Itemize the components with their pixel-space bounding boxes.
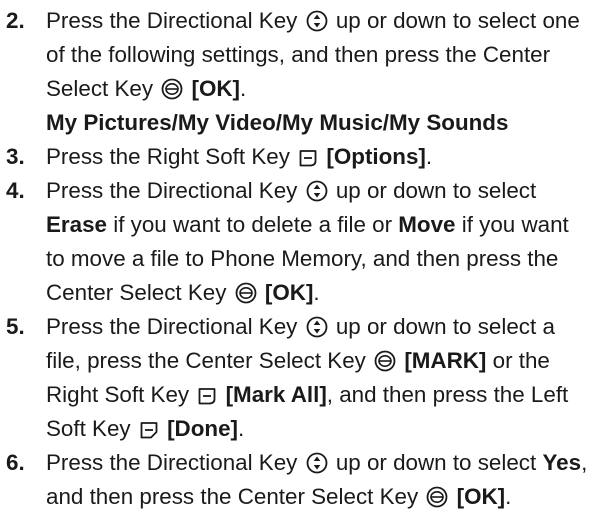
center-select-key-icon bbox=[426, 486, 448, 508]
bold-term: [Mark All] bbox=[225, 382, 327, 407]
step-item: 4. Press the Directional Key up or down t… bbox=[6, 174, 590, 310]
step-text-run: Press the Directional Key bbox=[46, 178, 304, 203]
bold-term: [OK] bbox=[264, 280, 314, 305]
step-text: Press the Directional Key up or down to … bbox=[46, 310, 590, 446]
instruction-page: 2. Press the Directional Key up or down t… bbox=[0, 0, 590, 514]
center-select-key-icon bbox=[374, 350, 396, 372]
directional-key-icon bbox=[306, 180, 328, 202]
step-item: 5. Press the Directional Key up or down t… bbox=[6, 310, 590, 446]
step-number: 2. bbox=[6, 8, 25, 33]
step-text-run: . bbox=[313, 280, 320, 305]
directional-key-icon bbox=[306, 316, 328, 338]
left-soft-key-icon bbox=[139, 420, 159, 440]
step-text-run: Press the Directional Key bbox=[46, 450, 304, 475]
bold-term: [MARK] bbox=[404, 348, 487, 373]
step-text-run: . bbox=[240, 76, 247, 101]
step-text: Press the Directional Key up or down to … bbox=[46, 174, 590, 310]
step-text: Press the Right Soft Key [Options]. bbox=[46, 140, 590, 174]
step-text-run: . bbox=[505, 484, 512, 509]
step-item: 2. Press the Directional Key up or down t… bbox=[6, 4, 590, 106]
step-number: 4. bbox=[6, 178, 25, 203]
bold-term: Move bbox=[398, 212, 456, 237]
directional-key-icon bbox=[306, 10, 328, 32]
step-text-run: if you want to delete a file or bbox=[107, 212, 399, 237]
right-soft-key-icon bbox=[298, 148, 318, 168]
bold-term: Yes bbox=[542, 450, 582, 475]
step-text-run: . bbox=[425, 144, 433, 169]
step-number: 3. bbox=[6, 144, 25, 169]
instruction-steps: 2. Press the Directional Key up or down t… bbox=[6, 4, 590, 514]
step-text-run: Press the Right Soft Key bbox=[46, 144, 297, 169]
step-number: 5. bbox=[6, 314, 25, 339]
center-select-key-icon bbox=[235, 282, 257, 304]
settings-options-heading: My Pictures/My Video/My Music/My Sounds bbox=[46, 110, 509, 135]
step-text-run: Press the Directional Key bbox=[46, 314, 304, 339]
center-select-key-icon bbox=[161, 78, 183, 100]
bold-term: Erase bbox=[46, 212, 108, 237]
directional-key-icon bbox=[306, 452, 328, 474]
step-text: Press the Directional Key up or down to … bbox=[46, 4, 590, 106]
step-text-run: Press the Directional Key bbox=[46, 8, 304, 33]
step-number: 6. bbox=[6, 450, 25, 475]
right-soft-key-icon bbox=[197, 386, 217, 406]
step-item: 6. Press the Directional Key up or down t… bbox=[6, 446, 590, 514]
step-item: 3. Press the Right Soft Key [Options]. bbox=[6, 140, 590, 174]
step-text-run: up or down to select bbox=[329, 178, 537, 203]
bold-term: [Done] bbox=[167, 416, 238, 441]
step-text-run: . bbox=[237, 416, 245, 441]
bold-term: [OK] bbox=[456, 484, 506, 509]
step-text-run: up or down to select bbox=[329, 450, 543, 475]
bold-term: [Options] bbox=[326, 144, 426, 169]
bold-term: [OK] bbox=[191, 76, 241, 101]
step-text: Press the Directional Key up or down to … bbox=[46, 446, 590, 514]
